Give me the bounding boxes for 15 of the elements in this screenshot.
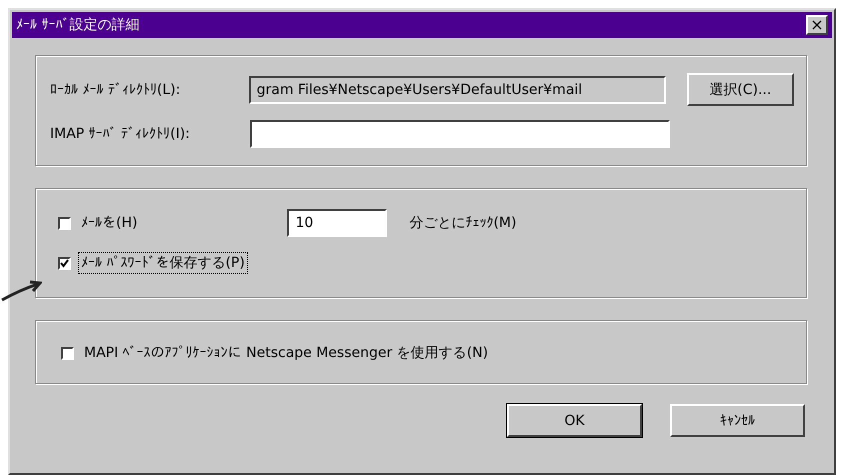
checkbox[interactable] (58, 256, 71, 270)
checkbox-label[interactable]: ﾒｰﾙを(H) (79, 214, 140, 232)
checkbox-label[interactable]: MAPI ﾍﾞｰｽのｱﾌﾟﾘｹｰｼｮﾝに Netscape Messenger を使用する(N) (82, 343, 490, 363)
close-button[interactable]: × (806, 15, 828, 35)
window-title: ﾒｰﾙ ｻｰﾊﾞ設定の詳細 (16, 16, 140, 34)
cancel-button[interactable]: ｷｬﾝｾﾙ (670, 404, 805, 437)
input-field[interactable] (250, 120, 670, 148)
ok-button[interactable]: OK (507, 404, 642, 437)
checkbox-label[interactable]: ﾒｰﾙ ﾊﾟｽﾜｰﾄﾞを保存する(P) (79, 253, 247, 273)
checkbox[interactable] (61, 346, 74, 360)
field-label: ﾛｰｶﾙ ﾒｰﾙ ﾃﾞｨﾚｸﾄﾘ(L): (50, 82, 182, 98)
field-label: 分ごとにﾁｪｯｸ(M) (409, 214, 516, 232)
minutes-field[interactable]: 10 (287, 209, 388, 237)
field-label: IMAP ｻｰﾊﾞ ﾃﾞｨﾚｸﾄﾘ(I): (50, 126, 191, 142)
checkbox[interactable] (58, 216, 71, 230)
